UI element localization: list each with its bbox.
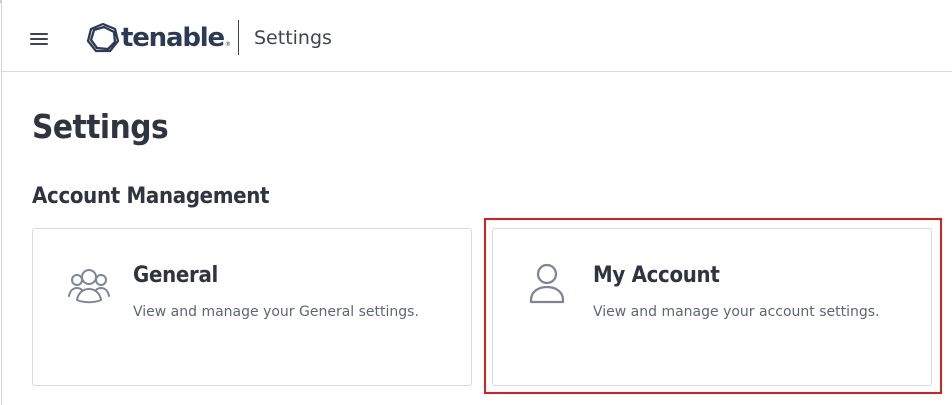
general-settings-card[interactable]: General View and manage your General set…: [32, 228, 472, 386]
section-title-account-management: Account Management: [32, 184, 270, 209]
settings-page: tenable ® Settings Settings Account Mana…: [1, 0, 952, 405]
top-header: tenable ® Settings: [2, 3, 952, 72]
registered-mark: ®: [224, 40, 231, 48]
my-account-card-description: View and manage your account settings.: [593, 304, 880, 320]
user-icon: [529, 263, 565, 304]
header-divider: [238, 20, 239, 55]
my-account-card-title: My Account: [593, 263, 720, 288]
general-card-title: General: [133, 263, 218, 288]
header-settings-title: Settings: [254, 27, 332, 49]
page-title: Settings: [32, 107, 169, 146]
general-card-description: View and manage your General settings.: [133, 304, 419, 320]
tenable-logo-mark-icon: [86, 22, 120, 53]
hamburger-menu-icon[interactable]: [30, 31, 50, 45]
tenable-logo[interactable]: tenable ®: [86, 22, 231, 54]
tenable-logo-text: tenable: [121, 23, 225, 53]
users-icon: [68, 269, 110, 304]
my-account-settings-card[interactable]: My Account View and manage your account …: [492, 228, 932, 386]
